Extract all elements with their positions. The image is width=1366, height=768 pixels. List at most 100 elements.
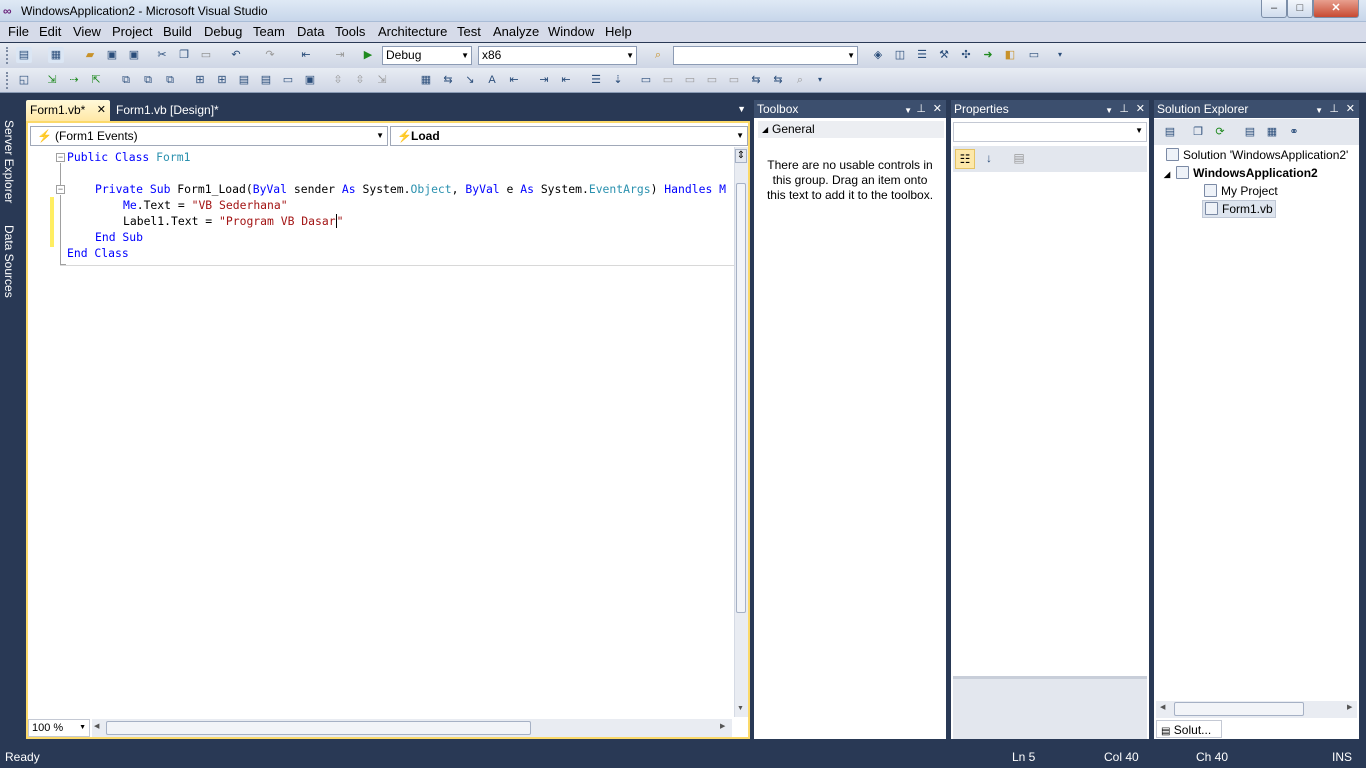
menu-architecture[interactable]: Architecture (378, 24, 447, 39)
size-to-grid-icon[interactable]: ▦ (418, 72, 434, 88)
maximize-button[interactable]: □ (1287, 0, 1313, 18)
toolbar-grip[interactable] (6, 47, 9, 64)
tab-form1-vb[interactable]: Form1.vb* ✕ (26, 100, 110, 121)
window-position-icon[interactable]: ▼ (904, 102, 912, 120)
server-explorer-tab[interactable]: Server Explorer (2, 120, 16, 203)
pin-icon[interactable]: ⊥ (1119, 100, 1129, 118)
solution-explorer-icon[interactable]: ◫ (892, 47, 908, 63)
save-all-icon[interactable]: ▣ (126, 47, 142, 63)
align-middles-icon[interactable]: ▭ (280, 72, 296, 88)
close-panel-icon[interactable]: ✕ (933, 100, 942, 118)
tab-solution-explorer[interactable]: ▤ Solut... (1156, 720, 1222, 738)
menu-team[interactable]: Team (253, 24, 285, 39)
make-same-height-icon[interactable]: ⇳ (352, 72, 368, 88)
comment-icon[interactable]: ☰ (588, 72, 604, 88)
step-into-icon[interactable]: ⇲ (44, 72, 60, 88)
collapse-class-icon[interactable]: − (56, 153, 65, 162)
split-window-icon[interactable]: ⇕ (735, 149, 747, 163)
scroll-left-icon[interactable]: ◀ (94, 722, 99, 730)
tree-solution[interactable]: Solution 'WindowsApplication2' (1166, 148, 1348, 162)
menu-data[interactable]: Data (297, 24, 324, 39)
menu-tools[interactable]: Tools (335, 24, 365, 39)
toolbox-icon[interactable]: ⚒ (936, 47, 952, 63)
toolbar-overflow-icon[interactable]: ▾ (812, 72, 828, 88)
alphabetical-icon[interactable]: ↓ (979, 149, 999, 169)
clear-bookmarks-icon[interactable]: ⇆ (770, 72, 786, 88)
menu-project[interactable]: Project (112, 24, 152, 39)
find-combo[interactable]: ▼ (673, 46, 858, 65)
menu-test[interactable]: Test (457, 24, 481, 39)
step-over-icon[interactable]: ⇢ (66, 72, 82, 88)
vertical-scroll-thumb[interactable] (736, 183, 746, 613)
toolbar-grip[interactable] (6, 72, 9, 89)
pin-icon[interactable]: ⊥ (916, 100, 926, 118)
align-tops-icon[interactable]: ▤ (258, 72, 274, 88)
tab-overflow-icon[interactable]: ▼ (737, 104, 746, 114)
lock-controls-icon[interactable]: ▭ (682, 72, 698, 88)
save-icon[interactable]: ▣ (104, 47, 120, 63)
tab-class-view[interactable]: ⚭ Class... (1294, 720, 1358, 738)
decrease-spacing-icon[interactable]: ⇤ (506, 72, 522, 88)
toolbox-group-general[interactable]: ◢ General (758, 121, 944, 138)
view-designer-icon[interactable]: ▦ (1264, 124, 1280, 140)
send-to-back-icon[interactable]: ▭ (660, 72, 676, 88)
tab-team-explorer[interactable]: ▤ Tea... (1226, 720, 1292, 738)
scroll-right-icon[interactable]: ▶ (1347, 703, 1352, 711)
show-all-files-icon[interactable]: ❐ (1190, 124, 1206, 140)
open-folder-icon[interactable]: ▰ (82, 47, 98, 63)
expand-triangle-icon[interactable]: ◢ (1164, 170, 1170, 179)
object-browser-icon[interactable]: ◈ (870, 47, 886, 63)
align-lefts-icon[interactable]: ⊞ (192, 72, 208, 88)
navigate-forward-icon[interactable]: ⇥ (332, 47, 348, 63)
menu-analyze[interactable]: Analyze (493, 24, 539, 39)
uncomment-icon[interactable]: ⇣ (610, 72, 626, 88)
extension-manager-icon[interactable]: ✣ (958, 47, 974, 63)
close-tab-icon[interactable]: ✕ (97, 100, 106, 120)
menu-file[interactable]: File (8, 24, 29, 39)
menu-edit[interactable]: Edit (39, 24, 61, 39)
refresh-icon[interactable]: ⟳ (1212, 124, 1228, 140)
bring-to-front-icon[interactable]: ▭ (638, 72, 654, 88)
collapse-sub-icon[interactable]: − (56, 185, 65, 194)
bookmark-icon[interactable]: ⧉ (118, 72, 134, 88)
pin-icon[interactable]: ⊥ (1329, 100, 1339, 118)
align-centers-icon[interactable]: ⊞ (214, 72, 230, 88)
find-in-files-icon[interactable]: ⌕ (650, 47, 666, 63)
increase-spacing-icon[interactable]: ↘ (462, 72, 478, 88)
tab-order-icon[interactable]: ▭ (704, 72, 720, 88)
solution-hscroll-thumb[interactable] (1174, 702, 1304, 716)
new-project-icon[interactable]: ▤ (16, 47, 32, 63)
previous-bookmark-folder-icon[interactable]: ▭ (726, 72, 742, 88)
add-item-icon[interactable]: ▦ (48, 47, 64, 63)
undo-icon[interactable]: ↶ (228, 47, 244, 63)
next-bookmark-icon[interactable]: ⧉ (140, 72, 156, 88)
font-size-icon[interactable]: A (484, 72, 500, 88)
view-class-diagram-icon[interactable]: ⚭ (1286, 124, 1302, 140)
outdent-icon[interactable]: ⇤ (558, 72, 574, 88)
cut-icon[interactable]: ✂ (154, 47, 170, 63)
copy-icon[interactable]: ❐ (176, 47, 192, 63)
form-icon[interactable]: ◱ (16, 72, 32, 88)
toolbar-overflow-icon[interactable]: ▾ (1052, 47, 1068, 63)
properties-icon[interactable]: ▤ (1162, 124, 1178, 140)
indent-icon[interactable]: ⇥ (536, 72, 552, 88)
start-debugging-icon[interactable]: ▶ (360, 47, 376, 63)
navigate-backward-icon[interactable]: ⇤ (298, 47, 314, 63)
next-bookmark-folder-icon[interactable]: ⇆ (748, 72, 764, 88)
tree-project[interactable]: ◢ WindowsApplication2 (1164, 166, 1318, 180)
tree-item-my-project[interactable]: My Project (1204, 184, 1278, 198)
close-panel-icon[interactable]: ✕ (1136, 100, 1145, 118)
redo-icon[interactable]: ↷ (262, 47, 278, 63)
make-same-width-icon[interactable]: ⇳ (330, 72, 346, 88)
paste-icon[interactable]: ▭ (198, 47, 214, 63)
event-combo[interactable]: ⚡ Load ▼ (390, 126, 748, 146)
tab-form1-design[interactable]: Form1.vb [Design]* (112, 100, 252, 121)
minimize-button[interactable]: – (1261, 0, 1287, 18)
categorized-icon[interactable]: ☷ (955, 149, 975, 169)
property-pages-icon[interactable]: ▤ (1009, 149, 1029, 169)
step-out-icon[interactable]: ⇱ (88, 72, 104, 88)
find-symbol-icon[interactable]: ⌕ (792, 72, 808, 88)
align-bottoms-icon[interactable]: ▣ (302, 72, 318, 88)
tree-item-form1-vb[interactable]: Form1.vb (1202, 200, 1276, 218)
horizontal-scroll-thumb[interactable] (106, 721, 531, 735)
